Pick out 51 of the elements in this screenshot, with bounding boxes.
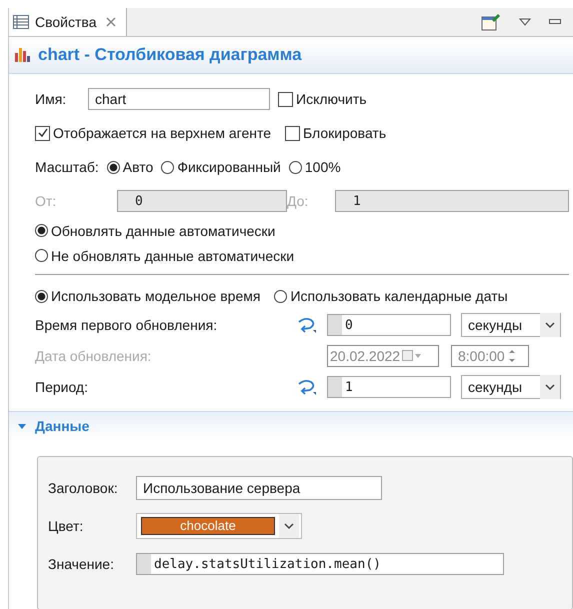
properties-tab[interactable]: Свойства [9,8,128,36]
checkbox-label: Исключить [296,91,367,107]
heading-label: Заголовок: [48,480,119,496]
name-label: Имя: [35,91,68,107]
radio-button[interactable] [35,290,48,302]
radio-button[interactable] [288,160,302,174]
color-dropdown[interactable]: chocolate [136,513,302,539]
checkbox[interactable] [285,126,300,140]
scale-label: Масштаб: [35,159,99,175]
to-label: До: [287,193,310,209]
value-label: Значение: [48,556,115,572]
checkbox[interactable] [35,126,50,140]
view-menu-icon[interactable] [519,18,531,26]
color-label: Цвет: [48,518,84,534]
chevron-down-icon [540,375,560,399]
minimize-icon[interactable] [549,19,561,25]
radio-button[interactable] [35,224,48,237]
checkbox-label: Отображается на верхнем агенте [53,125,271,141]
bar-chart-icon [14,47,32,63]
radio-label: Обновлять данные автоматически [51,222,276,238]
checkbox[interactable] [278,92,293,106]
update-date-label: Дата обновления: [35,348,152,364]
radio-button[interactable] [106,160,120,174]
radio-button[interactable] [274,290,288,302]
first-update-label: Время первого обновления: [35,317,218,333]
chevron-down-icon [540,313,560,337]
name-field[interactable]: chart [88,88,270,110]
radio-button[interactable] [161,160,174,174]
radio-label: Фиксированный [177,159,281,175]
unit-dropdown[interactable]: секунды [461,375,561,399]
radio-label: 100% [304,159,341,175]
from-label: От: [35,193,58,209]
radio-label: Использовать календарные даты [290,288,508,304]
radio-label: Не обновлять данные автоматически [51,248,294,264]
period-label: Период: [35,379,89,395]
first-update-field[interactable]: 0 [327,314,451,336]
period-field[interactable]: 1 [327,376,451,398]
close-icon[interactable] [106,17,116,27]
checkbox-label: Блокировать [303,125,386,141]
triangle-icon [17,421,27,431]
color-swatch: chocolate [141,517,275,535]
table-icon [13,15,29,29]
radio-label: Использовать модельное время [51,288,260,304]
panel-title: chart - Столбиковая диаграмма [38,45,302,65]
unit-dropdown[interactable]: секунды [461,313,561,337]
radio-button[interactable] [35,249,48,262]
radio-label: Авто [122,159,154,175]
heading-field[interactable]: Использование сервера [136,476,382,500]
pin-icon[interactable] [481,13,501,31]
chevron-down-icon [279,514,299,538]
value-field[interactable]: delay.statsUtilization.mean() [136,553,504,575]
